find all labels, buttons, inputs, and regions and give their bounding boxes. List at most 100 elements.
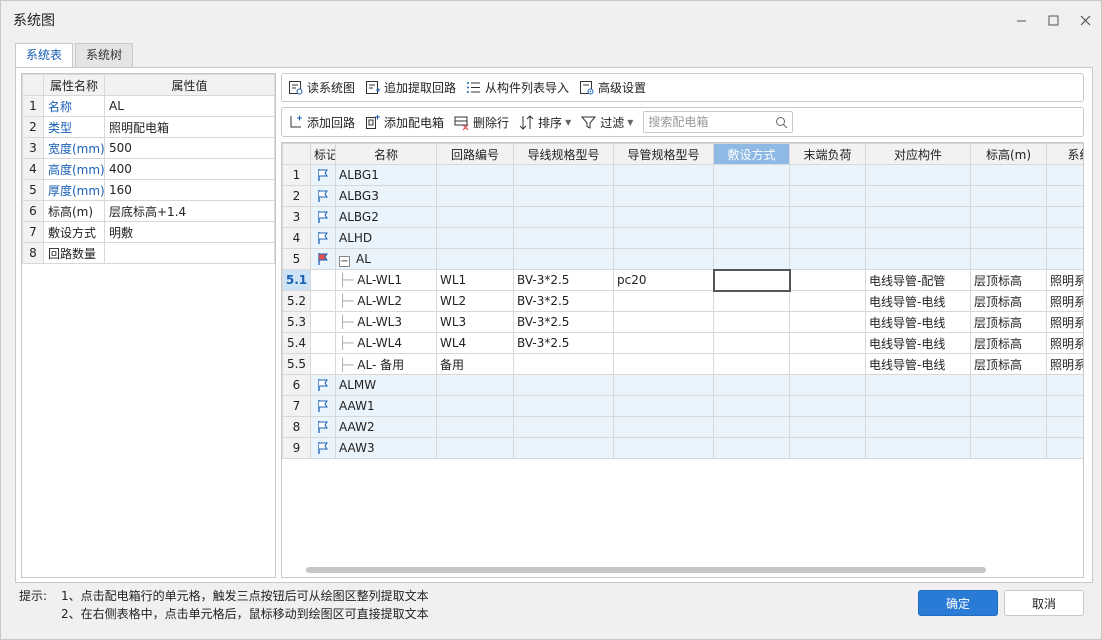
property-row[interactable]: 4 高度(mm) 400 [22,158,275,180]
property-value[interactable]: 照明配电箱 [104,116,275,138]
grid-cell[interactable] [513,185,614,207]
collapse-icon[interactable]: − [339,255,350,267]
grid-column-header[interactable]: 敷设方式 [713,143,790,165]
property-row[interactable]: 6 标高(m) 层底标高+1.4 [22,200,275,222]
grid-cell[interactable] [1046,227,1083,249]
grid-column-header[interactable]: 名称 [335,143,437,165]
grid-cell[interactable] [865,248,971,270]
end-load-cell[interactable] [789,269,866,291]
close-button[interactable] [1069,1,1101,39]
table-row[interactable]: 5.2 ├─ AL-WL2 WL2 BV-3*2.5 电线导管-电线 层顶标高 照明系 [282,290,1083,312]
grid-cell[interactable] [613,164,714,186]
row-index[interactable]: 4 [282,227,311,249]
grid-cell[interactable] [1046,164,1083,186]
grid-cell[interactable] [713,248,790,270]
conduit-spec-cell[interactable] [613,332,714,354]
grid-cell[interactable] [436,164,514,186]
row-index[interactable]: 6 [282,374,311,396]
row-index[interactable]: 5 [282,248,311,270]
grid-cell[interactable] [613,437,714,459]
table-row[interactable]: 2 ALBG3 [282,185,1083,207]
grid-cell[interactable] [613,185,714,207]
advanced-settings-button[interactable]: 高级设置 [579,79,646,96]
grid-column-header[interactable]: 末端负荷 [789,143,866,165]
name-cell[interactable]: ALHD [335,227,437,249]
grid-cell[interactable] [970,164,1047,186]
property-row[interactable]: 2 类型 照明配电箱 [22,116,275,138]
table-row[interactable]: 6 ALMW [282,374,1083,396]
wire-spec-cell[interactable]: BV-3*2.5 [513,332,614,354]
grid-cell[interactable] [713,185,790,207]
grid-cell[interactable] [789,374,866,396]
elevation-cell[interactable]: 层顶标高 [970,353,1047,375]
row-index[interactable]: 5.4 [282,332,311,354]
grid-cell[interactable] [970,437,1047,459]
table-row[interactable]: 1 ALBG1 [282,164,1083,186]
property-value[interactable]: AL [104,95,275,117]
grid-cell[interactable] [789,206,866,228]
row-index[interactable]: 2 [282,185,311,207]
cancel-button[interactable]: 取消 [1004,590,1084,616]
grid-cell[interactable] [513,416,614,438]
grid-cell[interactable] [1046,248,1083,270]
property-row[interactable]: 1 名称 AL [22,95,275,117]
grid-cell[interactable] [713,416,790,438]
row-index[interactable]: 5.5 [282,353,311,375]
row-index[interactable]: 5.2 [282,290,311,312]
grid-cell[interactable] [613,206,714,228]
name-cell[interactable]: ALBG3 [335,185,437,207]
grid-cell[interactable] [436,227,514,249]
row-index[interactable]: 8 [282,416,311,438]
grid-cell[interactable] [865,437,971,459]
table-row[interactable]: 3 ALBG2 [282,206,1083,228]
grid-cell[interactable] [513,437,614,459]
name-cell[interactable]: AAW1 [335,395,437,417]
table-row[interactable]: 5.4 ├─ AL-WL4 WL4 BV-3*2.5 电线导管-电线 层顶标高 照明系 [282,332,1083,354]
grid-column-header[interactable]: 导管规格型号 [613,143,714,165]
grid-column-header[interactable]: 系统 [1046,143,1083,165]
name-cell[interactable]: ALMW [335,374,437,396]
import-from-list-button[interactable]: 从构件列表导入 [466,79,569,96]
name-cell[interactable]: − AL [335,248,437,270]
component-cell[interactable]: 电线导管-配管 [865,269,971,291]
grid-cell[interactable] [789,248,866,270]
grid-cell[interactable] [513,374,614,396]
laying-method-cell[interactable] [713,311,790,333]
append-circuit-button[interactable]: 追加提取回路 [365,79,456,96]
property-row[interactable]: 3 宽度(mm) 500 [22,137,275,159]
horizontal-scrollbar[interactable] [306,567,986,573]
conduit-spec-cell[interactable] [613,311,714,333]
grid-cell[interactable] [436,374,514,396]
component-cell[interactable]: 电线导管-电线 [865,332,971,354]
grid-cell[interactable] [1046,185,1083,207]
grid-cell[interactable] [713,227,790,249]
system-cell[interactable]: 照明系 [1046,290,1083,312]
end-load-cell[interactable] [789,290,866,312]
laying-method-cell[interactable] [713,290,790,312]
name-cell[interactable]: ├─ AL-WL4 [335,332,437,354]
minimize-button[interactable] [1005,1,1037,39]
property-value[interactable]: 400 [104,158,275,180]
grid-cell[interactable] [613,227,714,249]
conduit-spec-cell[interactable] [613,353,714,375]
grid-cell[interactable] [970,227,1047,249]
read-system-diagram-button[interactable]: 读系统图 [288,79,355,96]
circuit-number-cell[interactable]: WL2 [436,290,514,312]
grid-cell[interactable] [513,164,614,186]
name-cell[interactable]: ├─ AL- 备用 [335,353,437,375]
grid-cell[interactable] [970,248,1047,270]
grid-cell[interactable] [1046,374,1083,396]
laying-method-cell[interactable] [713,353,790,375]
grid-cell[interactable] [865,227,971,249]
grid-column-header[interactable]: 对应构件 [865,143,971,165]
elevation-cell[interactable]: 层顶标高 [970,269,1047,291]
wire-spec-cell[interactable]: BV-3*2.5 [513,290,614,312]
name-cell[interactable]: ├─ AL-WL1 [335,269,437,291]
property-value[interactable]: 明敷 [104,221,275,243]
system-cell[interactable]: 照明系 [1046,311,1083,333]
wire-spec-cell[interactable]: BV-3*2.5 [513,311,614,333]
filter-dropdown[interactable]: 过滤 ▼ [581,114,633,131]
table-row[interactable]: 8 AAW2 [282,416,1083,438]
ok-button[interactable]: 确定 [918,590,998,616]
conduit-spec-cell[interactable]: pc20 [613,269,714,291]
